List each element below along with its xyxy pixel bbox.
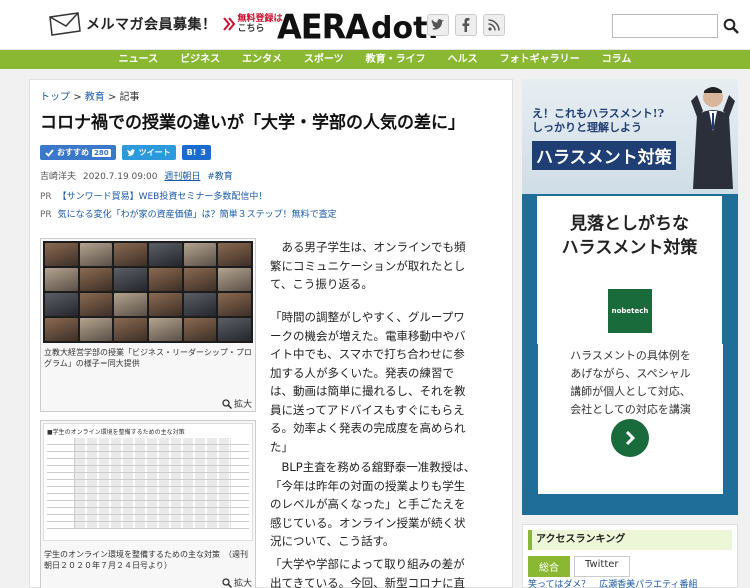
ad-question-line2: しっかりと理解しよう xyxy=(532,121,642,134)
zoom-link[interactable]: 拡大 xyxy=(222,397,252,410)
ad-headline: ハラスメント対策 xyxy=(532,141,676,170)
tweet-button[interactable]: ツイート xyxy=(121,145,176,160)
ad-card: 見落としがちな ハラスメント対策 nobetech xyxy=(537,196,722,344)
ad-body-line4: 会社としての対応を講演 xyxy=(570,403,691,416)
author: 吉崎洋夫 xyxy=(40,172,77,182)
nav-item-sports[interactable]: スポーツ xyxy=(293,50,355,69)
register-line2: こちら xyxy=(237,24,265,34)
pr-text: 気になる変化「わが家の資産価値」は？簡単３ステップ！無料で査定 xyxy=(57,210,337,220)
nav-item-entame[interactable]: エンタメ xyxy=(231,50,293,69)
breadcrumb-separator: > xyxy=(107,92,117,103)
ranking-title: アクセスランキング xyxy=(528,530,732,550)
source-link[interactable]: 週刊朝日 xyxy=(164,172,200,182)
twitter-icon[interactable] xyxy=(427,14,449,36)
table-title: ■学生のオンライン環境を整備するための主な対策 xyxy=(47,429,185,436)
zoom-label: 拡大 xyxy=(233,400,252,410)
header: メルマガ会員募集！ 無料登録は こちら AERA dot. xyxy=(0,0,750,50)
article-paragraph: 「大学や学部によって取り組みの差が出てきている。今回、新型コロナに直面し xyxy=(270,557,466,588)
breadcrumb-category[interactable]: 教育 xyxy=(85,92,105,103)
hatena-button[interactable]: B! 3 xyxy=(181,145,211,160)
table-figure: ■学生のオンライン環境を整備するための主な対策 学生のオンライン環境を整備するた… xyxy=(40,420,256,588)
pr-link-1[interactable]: PR 【サンワード貿易】WEB投資セミナー多数配信中！ xyxy=(40,189,267,202)
magnifier-icon xyxy=(222,577,232,588)
ad-question-line1: え！これもハラスメント!? xyxy=(532,107,665,120)
search-input[interactable] xyxy=(612,14,718,38)
ad-body-text: ハラスメントの具体例を あげながら、スペシャル 講師が個人として対応、 会社とし… xyxy=(538,347,723,419)
envelope-icon xyxy=(49,12,81,36)
pr-link-2[interactable]: PR 気になる変化「わが家の資産価値」は？簡単３ステップ！無料で査定 xyxy=(40,207,337,220)
nav-item-business[interactable]: ビジネス xyxy=(169,50,231,69)
breadcrumb-separator: > xyxy=(73,92,82,103)
nav-item-photo-gallery[interactable]: フォトギャラリー xyxy=(489,50,591,69)
ad-body-line2: あげながら、スペシャル xyxy=(570,367,691,380)
ad-card-title: 見落としがちな ハラスメント対策 xyxy=(537,212,722,260)
ranking-widget: アクセスランキング 総合 Twitter 笑ってはダメ？ 広瀬香美パラエティ番組 xyxy=(522,524,738,588)
article-paragraph: ある男子学生は、オンラインでも頻繁にコミュニケーションが取れたとして、こう振り返… xyxy=(270,240,466,291)
zoom-meeting-photo[interactable] xyxy=(43,241,253,343)
zoom-link[interactable]: 拡大 xyxy=(222,576,252,588)
table-image[interactable]: ■学生のオンライン環境を整備するための主な対策 xyxy=(43,423,253,541)
site-logo[interactable]: AERA dot. xyxy=(277,7,439,47)
breadcrumb: トップ > 教育 > 記事 xyxy=(40,88,140,103)
check-icon xyxy=(45,148,54,157)
share-buttons: おすすめ 280 ツイート B! 3 xyxy=(40,145,211,160)
ad-body-line3: 講師が個人として対応、 xyxy=(570,385,691,398)
recommend-button[interactable]: おすすめ 280 xyxy=(40,145,116,160)
main-nav: ニュース ビジネス エンタメ スポーツ 教育・ライフ ヘルス フォトギャラリー … xyxy=(0,50,750,69)
tweet-label: ツイート xyxy=(138,148,171,157)
search-icon xyxy=(723,18,739,34)
zoom-label: 拡大 xyxy=(233,579,252,588)
breadcrumb-current: 記事 xyxy=(119,92,140,103)
search-button[interactable] xyxy=(719,14,743,38)
table-caption: 学生のオンライン環境を整備するための主な対策 （週刊朝日２０２０年７月２４日号よ… xyxy=(44,550,248,570)
recommend-count: 280 xyxy=(92,148,111,157)
chevron-right-icon xyxy=(625,430,636,446)
register-line1: 無料登録は xyxy=(237,14,283,24)
double-chevron-icon xyxy=(222,17,235,31)
ad-cta-button[interactable] xyxy=(611,419,649,457)
pr-text: 【サンワード貿易】WEB投資セミナー多数配信中！ xyxy=(57,192,268,202)
tab-twitter[interactable]: Twitter xyxy=(574,556,630,577)
sidebar-ad[interactable]: え！これもハラスメント!? しっかりと理解しよう ハラスメント対策 見落としがち… xyxy=(522,79,738,515)
byline: 吉崎洋夫 2020.7.19 09:00 週刊朝日 #教育 xyxy=(40,169,233,182)
hatena-count: 3 xyxy=(200,148,206,157)
mailmag-banner[interactable]: メルマガ会員募集！ 無料登録は こちら xyxy=(48,11,283,37)
photo-caption: 立教大経営学部の授業「ビジネス・リーダーシップ・プログラム」の様子＝同大提供 xyxy=(44,348,252,368)
businessman-illustration xyxy=(691,87,735,189)
hatena-label: B! xyxy=(186,148,197,157)
magnifier-icon xyxy=(222,398,232,409)
recommend-label: おすすめ xyxy=(57,148,89,157)
ad-hero: え！これもハラスメント!? しっかりと理解しよう ハラスメント対策 xyxy=(522,79,738,194)
tab-total[interactable]: 総合 xyxy=(528,556,570,577)
ad-question: え！これもハラスメント!? しっかりと理解しよう xyxy=(532,107,664,135)
tag-link[interactable]: #教育 xyxy=(207,172,233,182)
mailmag-label: メルマガ会員募集！ xyxy=(86,17,217,33)
ad-body-line1: ハラスメントの具体例を xyxy=(570,349,691,362)
article-paragraph: 「時間の調整がしやすく、グループワークの機会が増えた。電車移動中やバイト中でも、… xyxy=(270,310,466,454)
pr-label: PR xyxy=(40,210,52,220)
register-link[interactable]: 無料登録は こちら xyxy=(238,14,283,34)
nav-item-education-life[interactable]: 教育・ライフ xyxy=(355,50,437,69)
social-links xyxy=(427,14,505,36)
rss-icon[interactable] xyxy=(483,14,505,36)
photo-figure: 立教大経営学部の授業「ビジネス・リーダーシップ・プログラム」の様子＝同大提供 拡… xyxy=(40,238,256,412)
nav-item-column[interactable]: コラム xyxy=(591,50,643,69)
ad-brand-logo: nobetech xyxy=(608,289,652,333)
article-panel: トップ > 教育 > 記事 コロナ禍での授業の違いが「大学・学部の人気の差に」 … xyxy=(29,79,513,588)
article-paragraph: BLP主査を務める舘野泰一准教授は、「今年は昨年の対面の授業よりも学生のレベルが… xyxy=(270,460,476,548)
nav-item-health[interactable]: ヘルス xyxy=(437,50,489,69)
pr-label: PR xyxy=(40,192,52,202)
ad-body: ハラスメントの具体例を あげながら、スペシャル 講師が個人として対応、 会社とし… xyxy=(538,344,723,494)
breadcrumb-top[interactable]: トップ xyxy=(40,92,70,103)
facebook-icon[interactable] xyxy=(455,14,477,36)
article-title: コロナ禍での授業の違いが「大学・学部の人気の差に」 xyxy=(40,113,465,133)
ranking-tabs: 総合 Twitter xyxy=(528,556,630,577)
publish-date: 2020.7.19 09:00 xyxy=(82,172,158,182)
logo-main: AERA xyxy=(277,7,370,47)
nav-item-news[interactable]: ニュース xyxy=(108,50,170,69)
ranking-item[interactable]: 笑ってはダメ？ 広瀬香美パラエティ番組 xyxy=(528,577,698,588)
ad-card-title-line1: 見落としがちな xyxy=(570,214,689,234)
twitter-icon xyxy=(127,148,135,156)
ad-card-title-line2: ハラスメント対策 xyxy=(561,238,698,258)
